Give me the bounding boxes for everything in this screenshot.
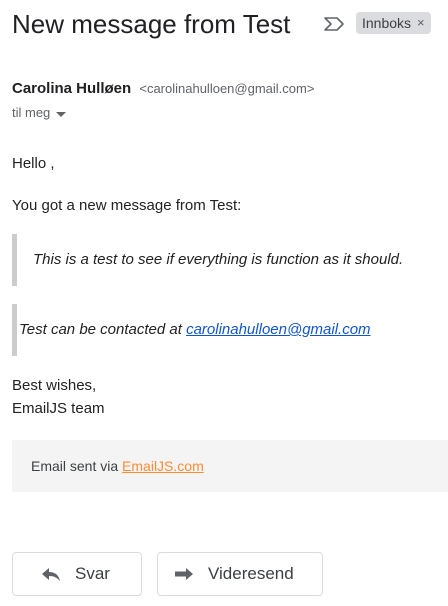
reply-button[interactable]: Svar [12, 552, 142, 596]
reply-label: Svar [75, 564, 110, 583]
sender-email: <carolinahulloen@gmail.com> [139, 81, 315, 96]
recipient-details-toggle[interactable]: til meg [12, 104, 67, 122]
sender-line: Carolina Hulløen <carolinahulloen@gmail.… [12, 79, 314, 99]
recipient-text: til meg [12, 105, 51, 120]
contact-quote: Test can be contacted at carolinahulloen… [12, 304, 442, 356]
body-signoff: Best wishes, [12, 377, 97, 394]
important-marker-icon[interactable] [323, 16, 345, 32]
label-badge-inbox: Innboks × [356, 12, 431, 34]
contact-email-link[interactable]: carolinahulloen@gmail.com [186, 321, 370, 338]
emailjs-link[interactable]: EmailJS.com [122, 458, 204, 474]
message-quote: This is a test to see if everything is f… [12, 234, 442, 286]
sender-name[interactable]: Carolina Hulløen [12, 80, 131, 97]
contact-prefix: Test can be contacted at [19, 321, 187, 338]
footer-prefix: Email sent via [31, 458, 123, 474]
forward-button[interactable]: Videresend [157, 552, 323, 596]
chevron-down-icon[interactable] [56, 111, 67, 117]
label-badge-text: Innboks [362, 15, 412, 31]
reply-arrow-icon [42, 568, 60, 581]
footer-box: Email sent via EmailJS.com [12, 440, 448, 492]
email-view: New message from Test Innboks × Carolina… [0, 0, 448, 606]
email-subject: New message from Test [12, 9, 291, 39]
body-greeting: Hello , [12, 155, 55, 172]
remove-label-icon[interactable]: × [417, 12, 425, 34]
body-intro: You got a new message from Test: [12, 197, 242, 214]
forward-label: Videresend [208, 564, 294, 583]
body-signature: EmailJS team [12, 400, 105, 417]
forward-arrow-icon [175, 568, 193, 580]
message-text: This is a test to see if everything is f… [33, 251, 404, 268]
